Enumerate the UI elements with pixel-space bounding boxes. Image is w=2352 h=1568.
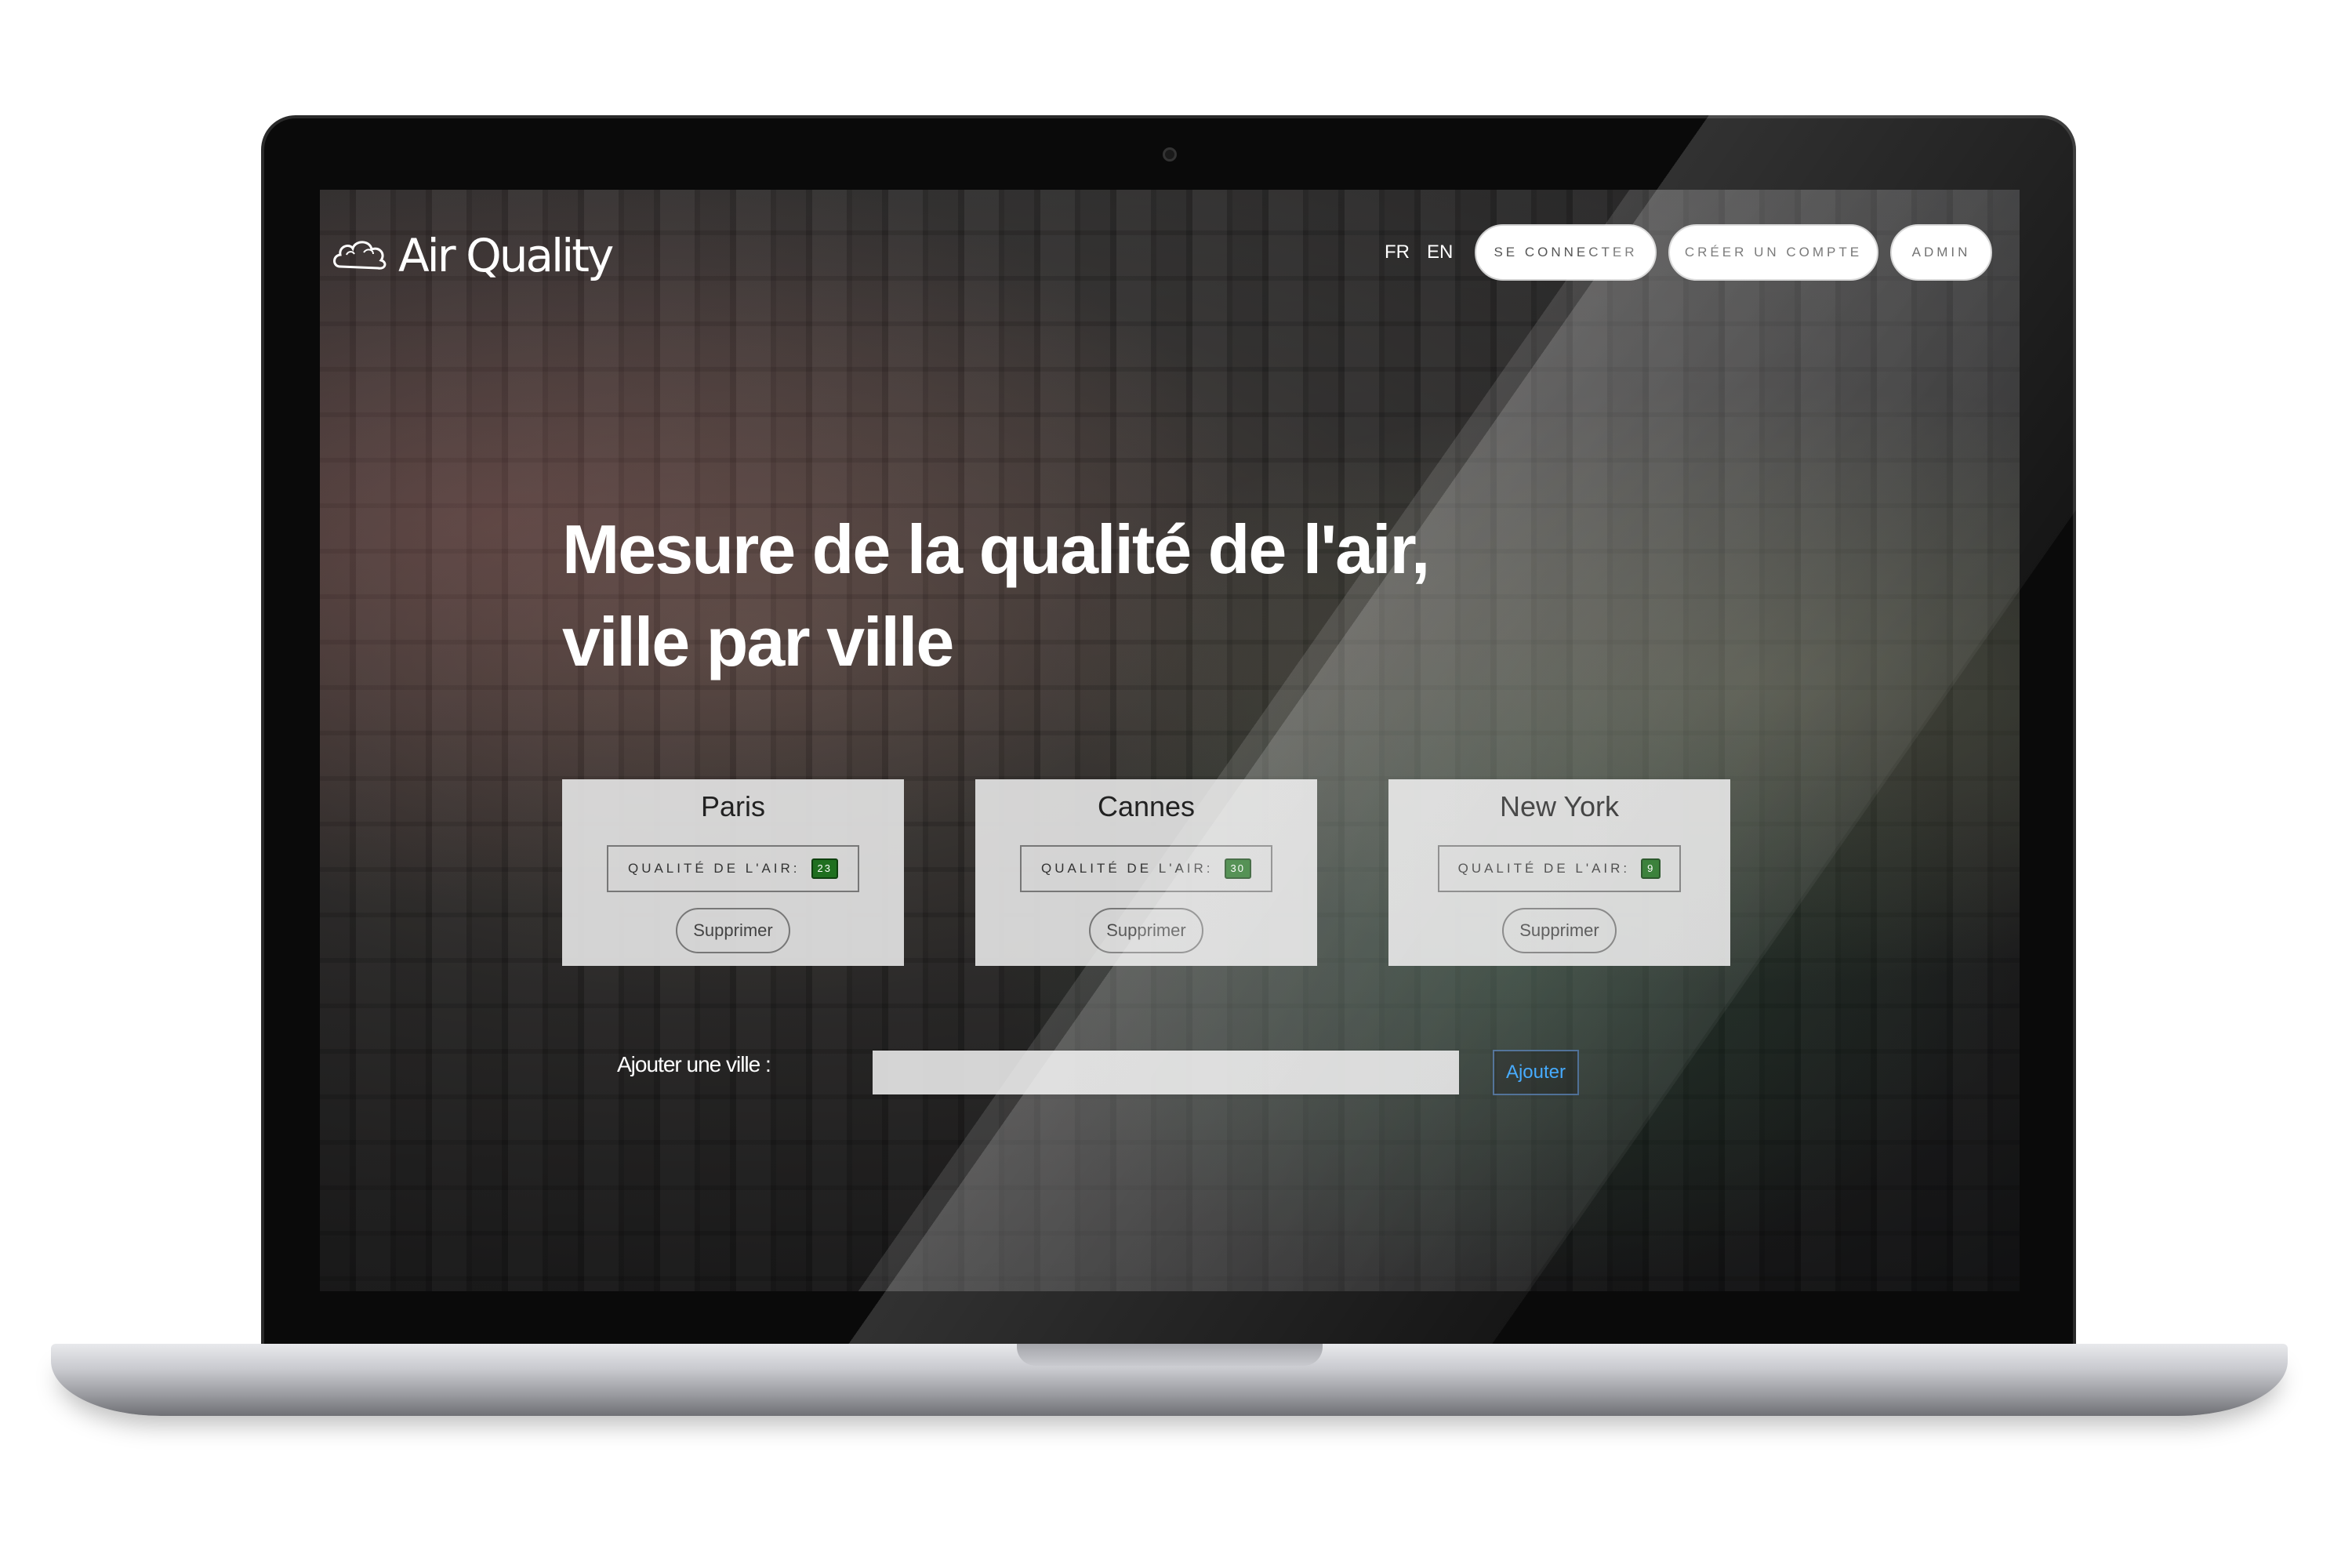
laptop-base-notch [1017,1344,1323,1366]
hero-title-line-1: Mesure de la qualité de l'air, [562,510,1430,588]
delete-city-button[interactable]: Supprimer [1089,908,1203,953]
camera-icon [1163,147,1177,162]
admin-button[interactable]: ADMIN [1890,224,1992,281]
logo-text: Air Quality [398,229,614,282]
air-quality-box: QUALITÉ DE L'AIR: 9 [1438,845,1681,892]
delete-city-button[interactable]: Supprimer [676,908,790,953]
add-city-button[interactable]: Ajouter [1493,1050,1579,1095]
lang-en-link[interactable]: EN [1427,241,1453,263]
air-quality-label: QUALITÉ DE L'AIR: [1457,861,1631,876]
cloud-icon [329,230,392,281]
city-card-paris: Paris QUALITÉ DE L'AIR: 23 Supprimer [562,779,904,966]
screen-glare [320,190,2020,1291]
add-city-label: Ajouter une ville : [617,1052,771,1076]
logo[interactable]: Air Quality [329,229,614,282]
air-quality-badge: 23 [811,858,839,879]
hero-title: Mesure de la qualité de l'air, ville par… [562,503,1581,688]
city-card-cannes: Cannes QUALITÉ DE L'AIR: 30 Supprimer [975,779,1317,966]
login-button[interactable]: SE CONNECTER [1475,224,1657,281]
delete-city-button[interactable]: Supprimer [1502,908,1617,953]
air-quality-box: QUALITÉ DE L'AIR: 23 [607,845,859,892]
city-card-new-york: New York QUALITÉ DE L'AIR: 9 Supprimer [1388,779,1730,966]
city-name: New York [1499,790,1620,822]
hero-title-line-2: ville par ville [562,603,954,681]
city-name: Cannes [1097,790,1196,822]
air-quality-box: QUALITÉ DE L'AIR: 30 [1020,845,1272,892]
air-quality-label: QUALITÉ DE L'AIR: [1040,861,1214,876]
signup-button[interactable]: CRÉER UN COMPTE [1668,224,1878,281]
screen: Air Quality FR EN SE CONNECTER CRÉER UN … [320,190,2020,1291]
city-name: Paris [700,790,766,822]
air-quality-badge: 9 [1641,858,1661,879]
add-city-input[interactable] [873,1051,1459,1094]
lang-fr-link[interactable]: FR [1385,241,1410,263]
air-quality-label: QUALITÉ DE L'AIR: [627,861,800,876]
air-quality-badge: 30 [1224,858,1252,879]
